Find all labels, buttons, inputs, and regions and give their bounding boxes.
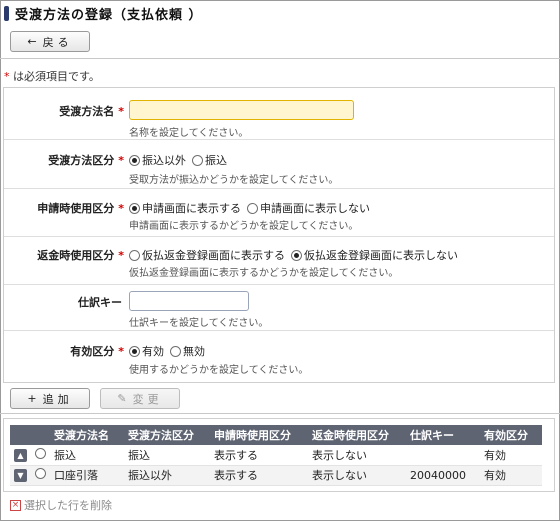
apply-use-option-hide[interactable]: 申請画面に表示しない bbox=[247, 200, 370, 216]
return-use-option-hide[interactable]: 仮払返金登録画面に表示しない bbox=[291, 247, 458, 263]
add-button-label: 追加 bbox=[42, 392, 73, 406]
category-option-non-transfer[interactable]: 振込以外 bbox=[129, 152, 186, 168]
radio-checked-icon bbox=[291, 249, 302, 261]
apply-use-option-show[interactable]: 申請画面に表示する bbox=[129, 200, 241, 216]
add-button[interactable]: + 追加 bbox=[10, 388, 90, 409]
select-column-header bbox=[31, 425, 50, 445]
table-row[interactable]: ▲ 振込 振込 表示する 表示しない 有効 bbox=[10, 445, 542, 466]
table-cell: 振込 bbox=[50, 445, 124, 466]
delete-selected-rows-button[interactable]: × 選択した行を削除 bbox=[10, 497, 112, 513]
form-row-valid: 有効区分 * 有効 無効 使用するかどうかを設定してください。 bbox=[4, 331, 554, 383]
arrow-left-icon: ← bbox=[27, 35, 37, 48]
return-use-radio-group: 仮払返金登録画面に表示する 仮払返金登録画面に表示しない bbox=[129, 247, 464, 263]
title-marker bbox=[4, 5, 9, 21]
table-cell: 表示する bbox=[210, 465, 308, 486]
required-note-text: は必須項目です。 bbox=[9, 70, 100, 83]
form-row-journal-key: 仕訳キー 仕訳キーを設定してください。 bbox=[4, 285, 554, 335]
column-header: 申請時使用区分 bbox=[210, 425, 308, 445]
move-down-icon[interactable]: ▼ bbox=[14, 469, 27, 482]
radio-unchecked-icon bbox=[192, 154, 203, 166]
edit-button[interactable]: ✎ 変更 bbox=[100, 388, 180, 409]
form-row-return-use: 返金時使用区分 * 仮払返金登録画面に表示する 仮払返金登録画面に表示しない 仮払… bbox=[4, 237, 554, 283]
row-select-radio[interactable] bbox=[35, 468, 46, 479]
page-header: 受渡方法の登録（支払依頼 ） bbox=[4, 4, 203, 23]
method-table: 受渡方法名 受渡方法区分 申請時使用区分 返金時使用区分 仕訳キー 有効区分 ▲… bbox=[10, 425, 542, 486]
table-cell: 振込 bbox=[124, 445, 210, 466]
table-row[interactable]: ▼ 口座引落 振込以外 表示する 表示しない 20040000 有効 bbox=[10, 465, 542, 486]
category-option-transfer[interactable]: 振込 bbox=[192, 152, 227, 168]
method-table-container: 受渡方法名 受渡方法区分 申請時使用区分 返金時使用区分 仕訳キー 有効区分 ▲… bbox=[3, 418, 555, 492]
page-title: 受渡方法の登録（支払依頼 ） bbox=[15, 7, 203, 23]
journal-key-label: 仕訳キー bbox=[78, 296, 122, 309]
delete-selected-label: 選択した行を削除 bbox=[24, 499, 112, 512]
apply-use-label: 申請時使用区分 * bbox=[37, 202, 124, 215]
entry-form: 受渡方法名 * 名称を設定してください。 受渡方法区分 * 振込以外 振込 受取方法… bbox=[3, 87, 555, 383]
valid-option-enabled[interactable]: 有効 bbox=[129, 343, 164, 359]
column-header: 仕訳キー bbox=[406, 425, 480, 445]
delete-icon: × bbox=[10, 499, 21, 511]
apply-use-radio-group: 申請画面に表示する 申請画面に表示しない bbox=[129, 200, 376, 216]
radio-checked-icon bbox=[129, 345, 140, 357]
radio-checked-icon bbox=[129, 202, 140, 214]
move-column-header bbox=[10, 425, 31, 445]
edit-button-label: 変更 bbox=[132, 392, 163, 406]
table-cell: 有効 bbox=[480, 445, 542, 466]
category-help: 受取方法が振込かどうかを設定してください。 bbox=[129, 175, 339, 186]
table-cell: 有効 bbox=[480, 465, 542, 486]
back-button-label: 戻る bbox=[42, 35, 73, 49]
journal-key-help: 仕訳キーを設定してください。 bbox=[129, 318, 269, 329]
name-label: 受渡方法名 * bbox=[59, 105, 124, 118]
back-button[interactable]: ← 戻る bbox=[10, 31, 90, 52]
table-cell: 20040000 bbox=[406, 465, 480, 486]
table-header-row: 受渡方法名 受渡方法区分 申請時使用区分 返金時使用区分 仕訳キー 有効区分 bbox=[10, 425, 542, 445]
radio-unchecked-icon bbox=[129, 249, 140, 261]
name-help: 名称を設定してください。 bbox=[129, 128, 249, 139]
form-row-category: 受渡方法区分 * 振込以外 振込 受取方法が振込かどうかを設定してください。 bbox=[4, 140, 554, 187]
valid-label: 有効区分 * bbox=[70, 345, 124, 358]
return-use-option-show[interactable]: 仮払返金登録画面に表示する bbox=[129, 247, 285, 263]
plus-icon: + bbox=[27, 392, 37, 405]
category-label: 受渡方法区分 * bbox=[48, 154, 124, 167]
header-divider bbox=[0, 58, 560, 59]
required-note: * は必須項目です。 bbox=[4, 68, 100, 84]
column-header: 返金時使用区分 bbox=[308, 425, 406, 445]
valid-option-disabled[interactable]: 無効 bbox=[170, 343, 205, 359]
form-row-apply-use: 申請時使用区分 * 申請画面に表示する 申請画面に表示しない 申請画面に表示するか… bbox=[4, 189, 554, 235]
return-use-help: 仮払返金登録画面に表示するかどうかを設定してください。 bbox=[129, 268, 399, 279]
return-use-label: 返金時使用区分 * bbox=[37, 249, 124, 262]
actions-divider bbox=[0, 413, 560, 414]
table-cell bbox=[406, 445, 480, 466]
radio-unchecked-icon bbox=[170, 345, 181, 357]
table-cell: 表示しない bbox=[308, 465, 406, 486]
valid-radio-group: 有効 無効 bbox=[129, 343, 211, 359]
column-header: 受渡方法名 bbox=[50, 425, 124, 445]
column-header: 有効区分 bbox=[480, 425, 542, 445]
pencil-icon: ✎ bbox=[117, 392, 127, 405]
radio-checked-icon bbox=[129, 154, 140, 166]
apply-use-help: 申請画面に表示するかどうかを設定してください。 bbox=[129, 221, 359, 232]
row-select-radio[interactable] bbox=[35, 447, 46, 459]
name-input[interactable] bbox=[129, 100, 354, 120]
form-row-name: 受渡方法名 * 名称を設定してください。 bbox=[4, 88, 554, 139]
radio-unchecked-icon bbox=[247, 202, 258, 214]
valid-help: 使用するかどうかを設定してください。 bbox=[129, 365, 309, 376]
table-cell: 振込以外 bbox=[124, 465, 210, 486]
column-header: 受渡方法区分 bbox=[124, 425, 210, 445]
table-cell: 口座引落 bbox=[50, 465, 124, 486]
journal-key-input[interactable] bbox=[129, 291, 249, 311]
table-cell: 表示する bbox=[210, 445, 308, 466]
category-radio-group: 振込以外 振込 bbox=[129, 152, 233, 168]
move-up-icon[interactable]: ▲ bbox=[14, 448, 27, 462]
table-cell: 表示しない bbox=[308, 445, 406, 466]
